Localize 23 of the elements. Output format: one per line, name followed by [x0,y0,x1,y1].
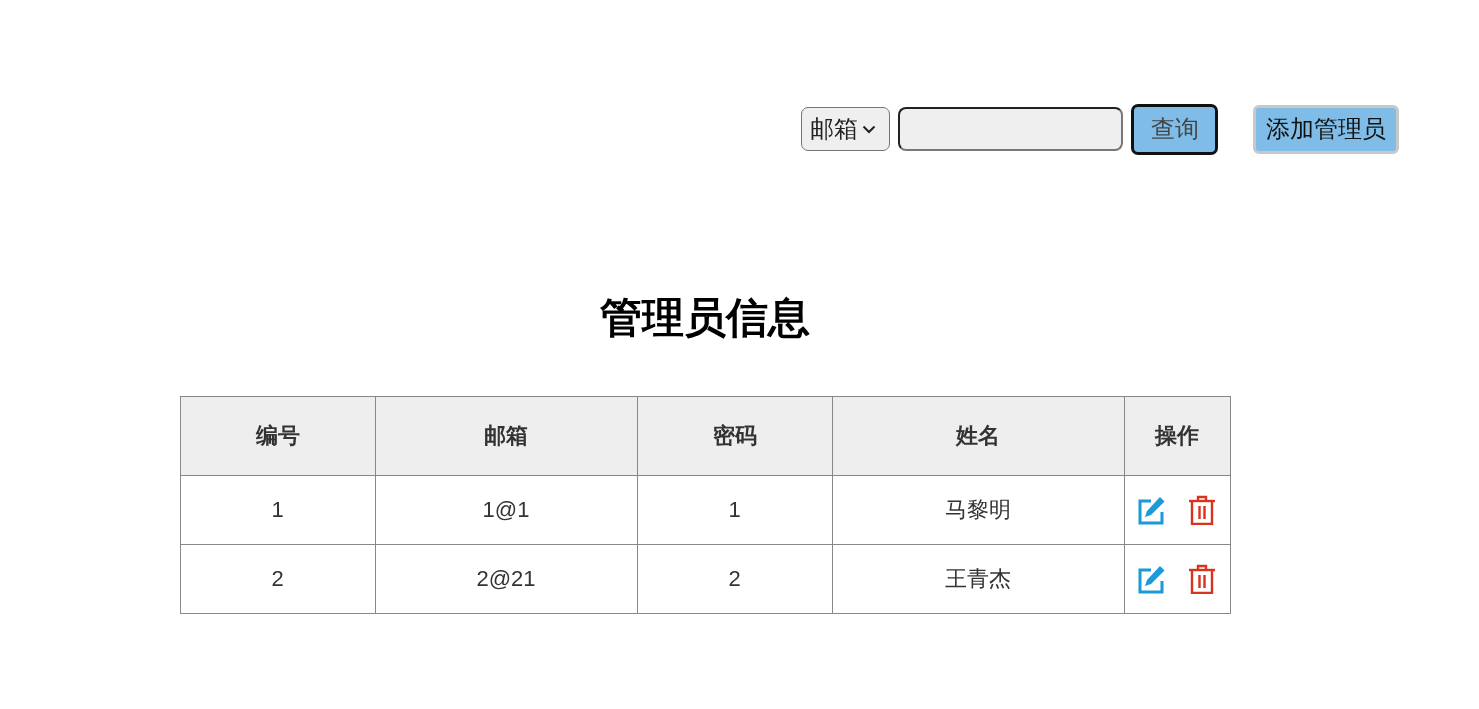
table-cell: 2@21 [375,544,637,614]
table-cell: 1 [180,475,375,545]
table-cell: 2 [180,544,375,614]
column-header: 编号 [180,396,375,476]
column-header: 操作 [1124,396,1230,476]
search-field[interactable] [898,107,1123,151]
table-cell: 王青杰 [832,544,1124,614]
table-cell: 1@1 [375,475,637,545]
field-select[interactable]: 邮箱 [801,107,890,151]
add-admin-button[interactable]: 添加管理员 [1253,104,1399,154]
trash-icon[interactable] [1188,495,1216,525]
column-header: 邮箱 [375,396,637,476]
pencil-square-icon[interactable] [1138,495,1166,525]
column-header: 姓名 [832,396,1124,476]
column-header: 密码 [637,396,832,476]
trash-icon[interactable] [1188,564,1216,594]
table-cell: 2 [637,544,832,614]
table-cell: 1 [637,475,832,545]
chevron-down-icon [862,124,876,134]
pencil-square-icon[interactable] [1138,564,1166,594]
page-title: 管理员信息 [600,295,810,341]
table-cell: 马黎明 [832,475,1124,545]
search-button[interactable]: 查询 [1131,103,1218,155]
